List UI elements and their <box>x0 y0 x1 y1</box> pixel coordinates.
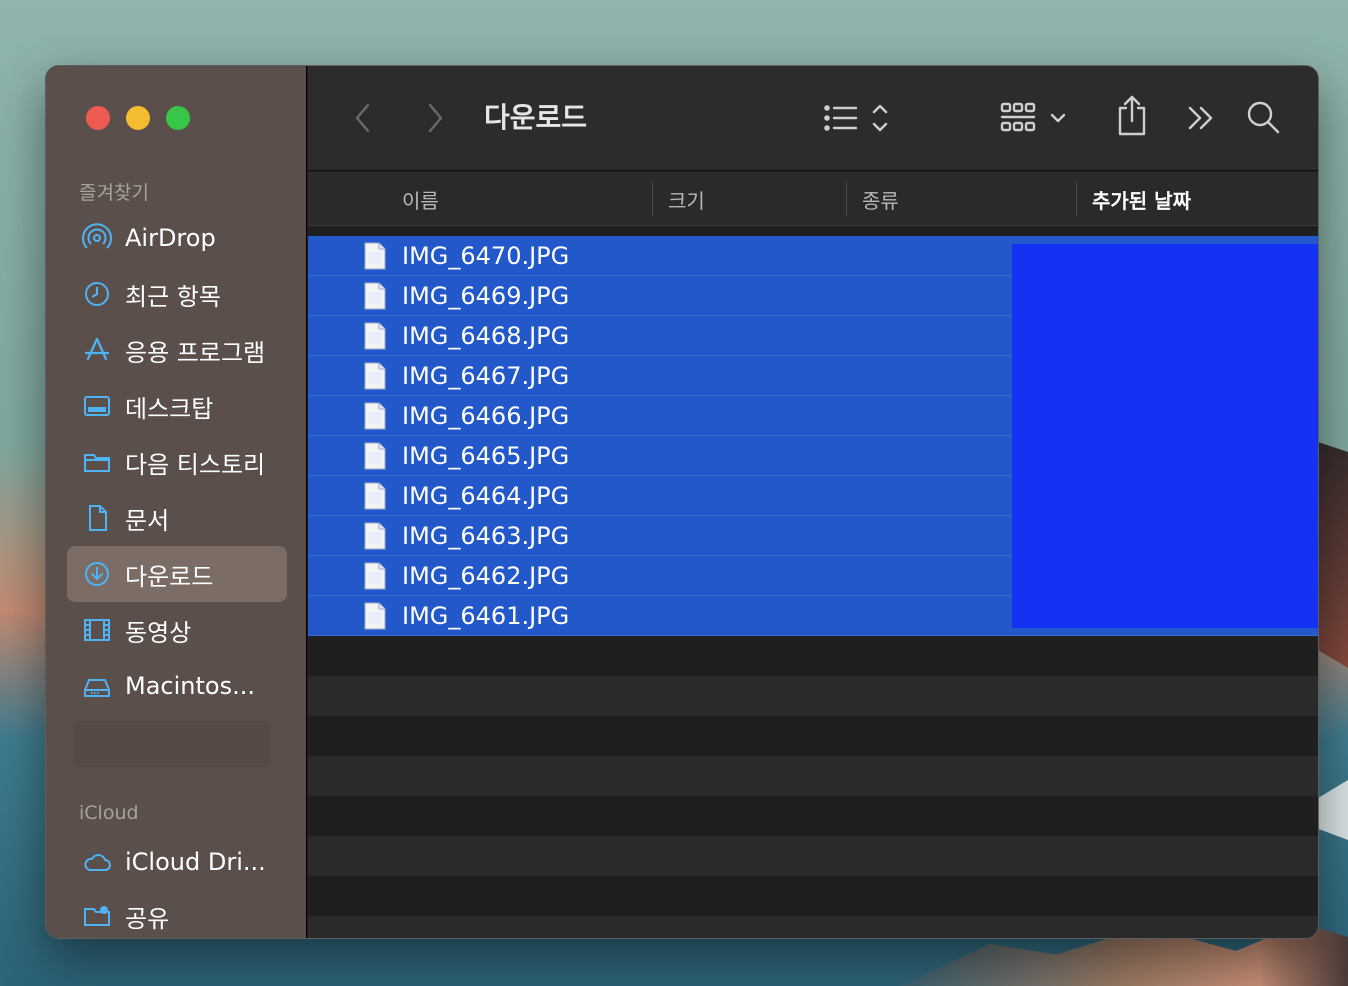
sidebar-item-label: 다운로드 <box>125 562 214 591</box>
column-kind[interactable]: 종류 <box>862 172 899 226</box>
sidebar-item-applications[interactable]: 응용 프로그램 <box>67 322 287 378</box>
file-name: IMG_6464.JPG <box>402 481 570 510</box>
file-name: IMG_6467.JPG <box>402 361 570 390</box>
sidebar-item-label: 다음 티스토리 <box>125 450 266 479</box>
column-divider[interactable] <box>1076 182 1077 216</box>
image-file-icon <box>364 282 386 310</box>
column-date-added[interactable]: 추가된 날짜 <box>1092 172 1191 226</box>
icloud-heading: iCloud <box>79 802 139 824</box>
file-name: IMG_6462.JPG <box>402 561 570 590</box>
sidebar-item-downloads[interactable]: 다운로드 <box>67 546 287 602</box>
window-title: 다운로드 <box>484 101 588 134</box>
document-icon <box>81 502 113 534</box>
download-icon <box>81 558 113 590</box>
forward-button[interactable] <box>420 98 450 138</box>
sidebar-item-label: AirDrop <box>125 224 216 252</box>
sidebar-placeholder <box>74 721 270 767</box>
share-button[interactable] <box>1114 94 1150 138</box>
toolbar: 다운로드 <box>308 66 1318 171</box>
sidebar-item-movies[interactable]: 동영상 <box>67 602 287 658</box>
image-file-icon <box>364 602 386 630</box>
sidebar-item-label: 최근 항목 <box>125 282 221 311</box>
share-icon <box>1118 95 1146 136</box>
back-button[interactable] <box>348 98 378 138</box>
chevron-double-right-icon <box>1188 106 1213 130</box>
sidebar-item-label: 동영상 <box>125 618 192 647</box>
image-file-icon <box>364 522 386 550</box>
finder-window: 즐겨찾기 AirDrop 최근 항목 응용 프로그램 데스크탑 다음 티스토리 … <box>45 65 1319 939</box>
empty-row <box>308 796 1318 836</box>
column-name[interactable]: 이름 <box>402 172 439 226</box>
image-file-icon <box>364 482 386 510</box>
image-file-icon <box>364 242 386 270</box>
sidebar-item-label: 문서 <box>125 506 170 535</box>
empty-row <box>308 636 1318 676</box>
sidebar-item-label: Macintos... <box>125 672 255 700</box>
shared-folder-icon <box>81 900 113 932</box>
column-divider[interactable] <box>846 182 847 216</box>
sidebar-item-shared[interactable]: 공유 <box>67 888 287 938</box>
film-icon <box>81 614 113 646</box>
sidebar-item-desktop[interactable]: 데스크탑 <box>67 378 287 434</box>
main-pane: 다운로드 이름 크기 종류 추가된 날짜 IMG_6470.JPG IMG_64… <box>308 66 1318 938</box>
minimize-button[interactable] <box>126 106 150 130</box>
chevron-left-icon <box>355 103 370 133</box>
sidebar-item-icloud-drive[interactable]: iCloud Dri... <box>67 834 287 890</box>
clock-icon <box>81 278 113 310</box>
empty-row <box>308 756 1318 796</box>
empty-row <box>308 716 1318 756</box>
list-view-icon <box>824 104 888 132</box>
cloud-icon <box>81 846 113 878</box>
search-icon <box>1247 101 1280 134</box>
hard-drive-icon <box>81 670 113 702</box>
search-button[interactable] <box>1244 98 1284 138</box>
desktop-icon <box>81 390 113 422</box>
image-file-icon <box>364 362 386 390</box>
image-file-icon <box>364 402 386 430</box>
file-name: IMG_6466.JPG <box>402 401 570 430</box>
sidebar-item-label: 공유 <box>125 904 170 933</box>
file-name: IMG_6469.JPG <box>402 281 570 310</box>
empty-row <box>308 836 1318 876</box>
file-name: IMG_6468.JPG <box>402 321 570 350</box>
image-file-icon <box>364 322 386 350</box>
chevron-right-icon <box>428 103 443 133</box>
file-name: IMG_6461.JPG <box>402 601 570 630</box>
column-header: 이름 크기 종류 추가된 날짜 <box>308 172 1318 226</box>
sidebar-item-label: 데스크탑 <box>125 394 214 423</box>
sidebar: 즐겨찾기 AirDrop 최근 항목 응용 프로그램 데스크탑 다음 티스토리 … <box>46 66 307 938</box>
view-options-button[interactable] <box>820 100 900 136</box>
sidebar-item-recents[interactable]: 최근 항목 <box>67 266 287 322</box>
empty-row <box>308 876 1318 916</box>
image-file-icon <box>364 442 386 470</box>
sidebar-item-daum-tistory[interactable]: 다음 티스토리 <box>67 434 287 490</box>
group-button[interactable] <box>998 98 1078 138</box>
image-file-icon <box>364 562 386 590</box>
sidebar-item-airdrop[interactable]: AirDrop <box>67 210 287 266</box>
column-divider[interactable] <box>652 182 653 216</box>
close-button[interactable] <box>86 106 110 130</box>
empty-row <box>308 676 1318 716</box>
empty-row <box>308 916 1318 938</box>
sidebar-item-macintosh-hd[interactable]: Macintos... <box>67 658 287 714</box>
more-toolbar-button[interactable] <box>1186 100 1216 136</box>
window-controls <box>86 106 190 130</box>
file-name: IMG_6463.JPG <box>402 521 570 550</box>
favorites-heading: 즐겨찾기 <box>79 182 149 204</box>
sidebar-item-label: iCloud Dri... <box>125 848 266 876</box>
sidebar-item-documents[interactable]: 문서 <box>67 490 287 546</box>
file-name: IMG_6465.JPG <box>402 441 570 470</box>
column-size[interactable]: 크기 <box>668 172 705 226</box>
sidebar-item-label: 응용 프로그램 <box>125 338 266 367</box>
airdrop-icon <box>81 222 113 254</box>
file-name: IMG_6470.JPG <box>402 241 570 270</box>
zoom-button[interactable] <box>166 106 190 130</box>
redacted-region <box>1012 244 1318 628</box>
applications-icon <box>81 334 113 366</box>
grid-icon <box>1000 102 1066 132</box>
folder-icon <box>81 446 113 478</box>
